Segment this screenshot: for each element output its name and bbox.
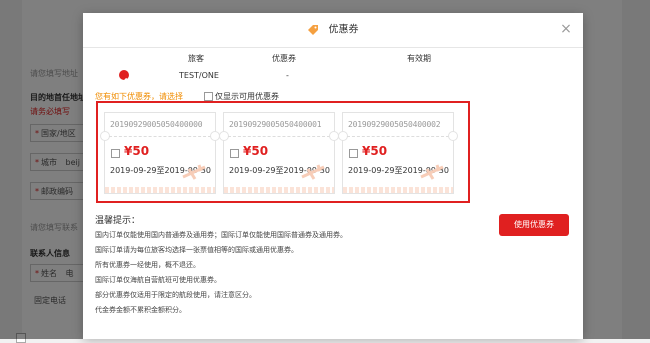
airplane-stamp-icon	[419, 163, 445, 187]
coupon-modal: 优惠券 × 旅客 优惠券 有效期 TEST/ONE - 您有如下优惠券，请选择 …	[83, 13, 583, 339]
coupon-checkbox[interactable]	[111, 149, 120, 158]
coupon-amount: ¥50	[362, 144, 388, 158]
coupon-code: 20190929005050400001	[229, 120, 322, 129]
note-line: 国内订单仅能使用国内普通券及通用券；国际订单仅能使用国际普通券及通用券。	[95, 231, 347, 239]
airplane-stamp-icon	[181, 163, 207, 187]
note-line: 所有优惠券一经使用，概不退还。	[95, 261, 200, 269]
modal-header: 优惠券 ×	[83, 13, 583, 48]
coupon-card[interactable]: 20190929005050400001 ¥50 2019-09-29至2019…	[219, 112, 339, 194]
coupon-card[interactable]: 20190929005050400002 ¥50 2019-09-29至2019…	[338, 112, 458, 194]
column-header-coupon: 优惠券	[272, 54, 296, 63]
passenger-name: TEST/ONE	[179, 71, 219, 80]
only-available-checkbox[interactable]	[204, 92, 213, 101]
close-button[interactable]: ×	[559, 22, 573, 36]
coupon-tag-icon	[307, 14, 319, 48]
coupon-list: 20190929005050400000 ¥50 2019-09-29至2019…	[96, 101, 470, 203]
note-line: 国际订单请为每位旅客均选择一张票值相等的国际或通用优惠券。	[95, 246, 298, 254]
coupon-amount: ¥50	[124, 144, 150, 158]
note-line: 代金券金额不累积金额积分。	[95, 306, 186, 314]
coupon-amount: ¥50	[243, 144, 269, 158]
notes-title: 温馨提示：	[95, 216, 141, 226]
coupon-checkbox[interactable]	[349, 149, 358, 158]
airplane-stamp-icon	[300, 163, 326, 187]
coupon-checkbox[interactable]	[230, 149, 239, 158]
coupon-code: 20190929005050400002	[348, 120, 441, 129]
modal-title: 优惠券	[328, 24, 359, 36]
use-coupon-button[interactable]: 使用优惠券	[499, 214, 569, 236]
column-header-validity: 有效期	[407, 54, 431, 63]
passenger-coupon: -	[286, 71, 289, 80]
coupon-code: 20190929005050400000	[110, 120, 203, 129]
close-icon: ×	[560, 21, 572, 37]
note-line: 国际订单仅海航自营航班可使用优惠券。	[95, 276, 221, 284]
column-header-passenger: 旅客	[188, 54, 204, 63]
selected-check-icon[interactable]	[119, 70, 129, 83]
note-line: 部分优惠券仅适用于限定的航段使用，请注意区分。	[95, 291, 256, 299]
coupon-card[interactable]: 20190929005050400000 ¥50 2019-09-29至2019…	[100, 112, 220, 194]
